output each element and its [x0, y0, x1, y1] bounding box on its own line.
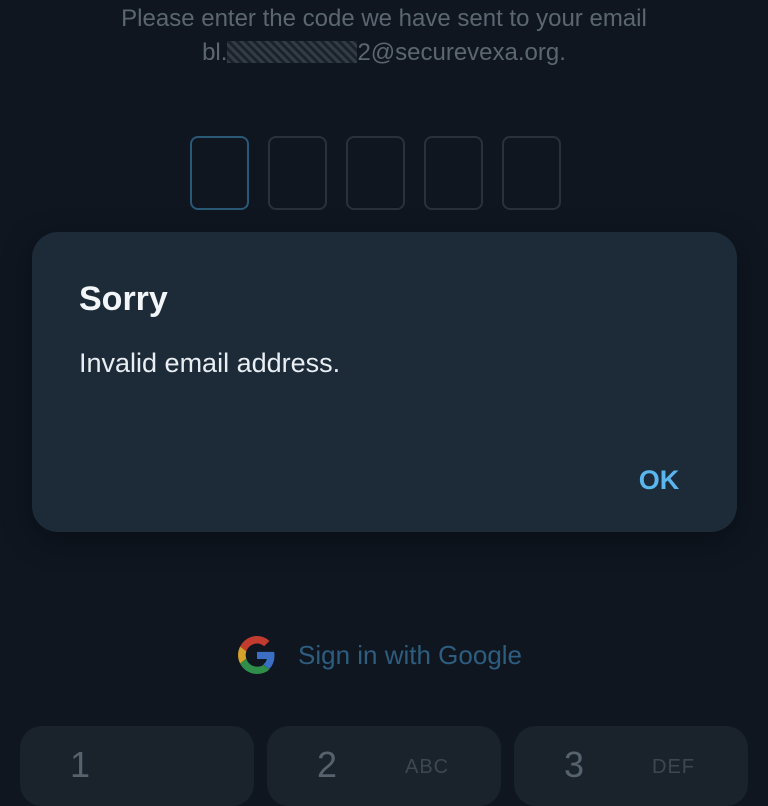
key-2[interactable]: 2 ABC [267, 726, 501, 806]
key-number: 1 [70, 744, 91, 785]
key-1[interactable]: 1 [20, 726, 254, 806]
prompt-text: Please enter the code we have sent to yo… [121, 5, 647, 32]
code-digit-2[interactable] [268, 136, 327, 210]
google-signin-label: Sign in with Google [298, 639, 523, 670]
code-input-row [190, 136, 561, 210]
code-digit-3[interactable] [346, 136, 405, 210]
google-g-icon [238, 636, 275, 674]
email-address: bl. 2@securevexa.org. [0, 36, 768, 70]
verification-prompt: Please enter the code we have sent to yo… [0, 2, 768, 70]
google-signin-button[interactable]: Sign in with Google [238, 636, 522, 674]
email-redaction [227, 41, 358, 63]
ok-button[interactable]: OK [620, 460, 698, 500]
code-digit-5[interactable] [502, 136, 561, 210]
email-suffix: 2@securevexa.org. [357, 39, 566, 66]
code-digit-4[interactable] [424, 136, 483, 210]
key-3[interactable]: 3 DEF [514, 726, 748, 806]
key-number: 2 [317, 744, 338, 785]
email-prefix: bl. [202, 39, 228, 66]
code-digit-1[interactable] [190, 136, 249, 210]
numeric-keypad: 1 2 ABC 3 DEF [20, 726, 748, 806]
key-number: 3 [564, 744, 585, 785]
dialog-message: Invalid email address. [79, 348, 341, 378]
dialog-title: Sorry [79, 280, 168, 318]
